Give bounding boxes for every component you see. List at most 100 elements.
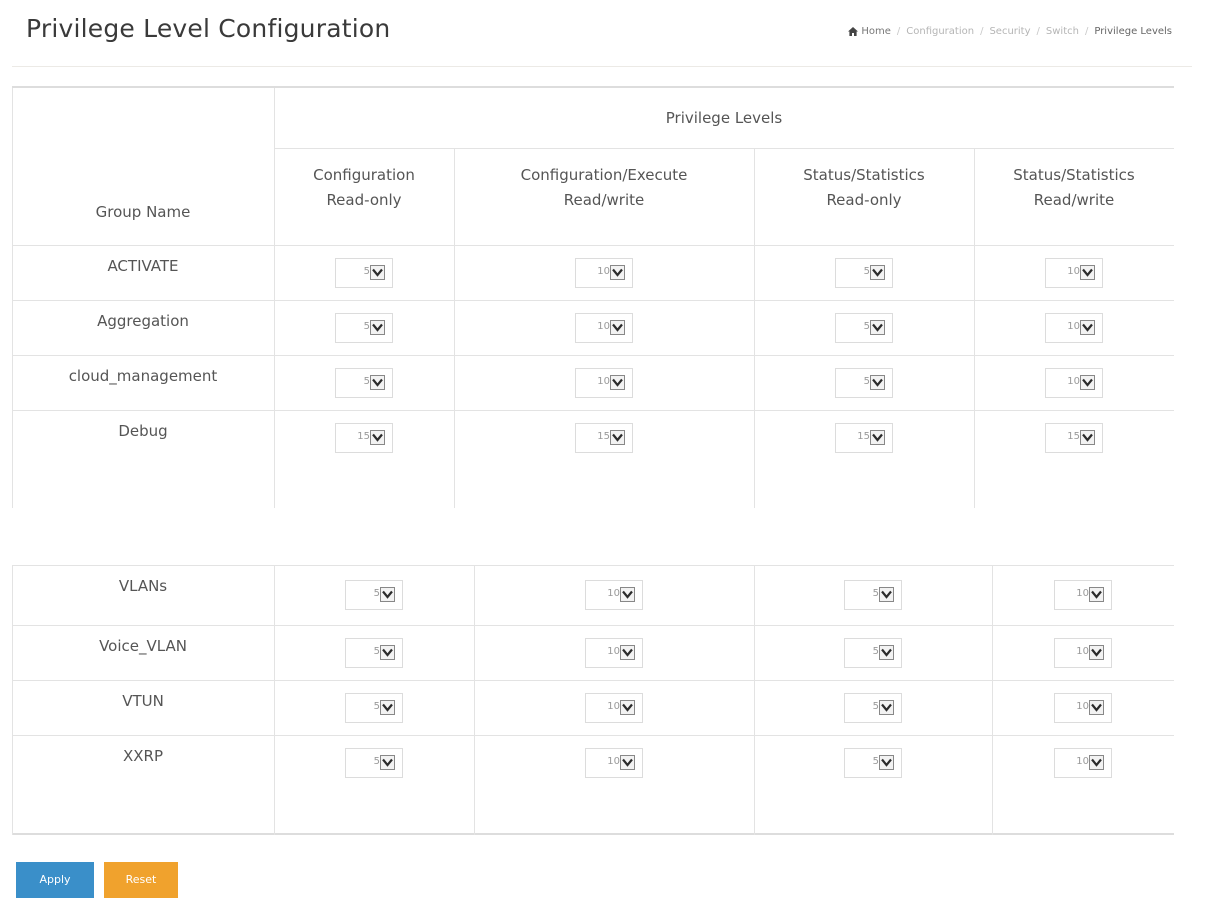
home-icon	[848, 27, 859, 36]
privilege-level-select[interactable]: 5	[345, 748, 403, 778]
chevron-down-icon	[1080, 375, 1095, 390]
chevron-down-icon	[1080, 320, 1095, 335]
breadcrumb-separator: /	[896, 26, 901, 37]
column-header-line2: Read-only	[826, 191, 902, 209]
privilege-level-select[interactable]: 15	[1045, 423, 1103, 453]
privilege-level-select[interactable]: 5	[844, 693, 902, 723]
chevron-down-icon	[620, 587, 635, 602]
privilege-level-value: 10	[1076, 756, 1089, 767]
privilege-level-value: 10	[1067, 266, 1080, 277]
breadcrumb-configuration[interactable]: Configuration	[906, 26, 974, 37]
group-name-cell: VLANs	[118, 577, 168, 595]
chevron-down-icon	[1080, 430, 1095, 445]
group-name-cell: cloud_management	[68, 367, 218, 385]
column-header-line1: Status/Statistics	[803, 166, 925, 184]
column-header-line2: Read/write	[563, 191, 645, 209]
privilege-level-select[interactable]: 5	[844, 638, 902, 668]
privilege-level-select[interactable]: 5	[835, 258, 893, 288]
privilege-level-select[interactable]: 10	[585, 580, 643, 610]
privilege-level-value: 10	[597, 321, 610, 332]
apply-button[interactable]: Apply	[16, 862, 94, 898]
chevron-down-icon	[620, 755, 635, 770]
privilege-level-select[interactable]: 10	[1054, 693, 1112, 723]
column-header: Status/Statistics Read-only	[754, 163, 974, 213]
privilege-level-value: 10	[1076, 701, 1089, 712]
group-name-cell: Aggregation	[97, 312, 189, 330]
privilege-level-select[interactable]: 5	[335, 258, 393, 288]
breadcrumb: Home / Configuration / Security / Switch…	[848, 26, 1172, 37]
group-name-cell: Debug	[118, 422, 168, 440]
privilege-level-select[interactable]: 10	[575, 313, 633, 343]
grid-line	[274, 148, 1174, 149]
privilege-level-value: 10	[597, 376, 610, 387]
privilege-level-select[interactable]: 5	[345, 638, 403, 668]
privilege-level-select[interactable]: 5	[345, 693, 403, 723]
breadcrumb-separator: /	[1084, 26, 1089, 37]
privilege-level-value: 5	[373, 646, 380, 657]
chevron-down-icon	[610, 375, 625, 390]
chevron-down-icon	[1080, 265, 1095, 280]
privilege-level-select[interactable]: 5	[335, 313, 393, 343]
privilege-level-select[interactable]: 10	[585, 638, 643, 668]
privilege-level-value: 5	[363, 376, 370, 387]
chevron-down-icon	[610, 430, 625, 445]
chevron-down-icon	[1089, 645, 1104, 660]
privilege-level-select[interactable]: 5	[835, 313, 893, 343]
privilege-level-value: 10	[607, 646, 620, 657]
privilege-level-select[interactable]: 10	[575, 258, 633, 288]
chevron-down-icon	[870, 320, 885, 335]
column-header: Status/Statistics Read/write	[974, 163, 1174, 213]
breadcrumb-home[interactable]: Home	[861, 26, 891, 37]
chevron-down-icon	[380, 700, 395, 715]
privilege-level-value: 5	[373, 701, 380, 712]
chevron-down-icon	[879, 755, 894, 770]
privilege-level-select[interactable]: 10	[1054, 580, 1112, 610]
privilege-level-value: 10	[607, 588, 620, 599]
privilege-level-select[interactable]: 10	[575, 368, 633, 398]
privilege-level-select[interactable]: 10	[1045, 313, 1103, 343]
chevron-down-icon	[370, 430, 385, 445]
grid-line	[274, 88, 275, 508]
privilege-level-select[interactable]: 10	[1045, 368, 1103, 398]
chevron-down-icon	[879, 645, 894, 660]
chevron-down-icon	[370, 320, 385, 335]
breadcrumb-security[interactable]: Security	[989, 26, 1030, 37]
privilege-level-select[interactable]: 5	[345, 580, 403, 610]
column-header: Configuration Read-only	[274, 163, 454, 213]
privilege-level-select[interactable]: 15	[335, 423, 393, 453]
privilege-level-select[interactable]: 10	[1054, 748, 1112, 778]
breadcrumb-switch[interactable]: Switch	[1046, 26, 1079, 37]
grid-line	[12, 300, 1174, 301]
column-header-line1: Configuration	[313, 166, 415, 184]
privilege-level-select[interactable]: 10	[585, 748, 643, 778]
privilege-level-select[interactable]: 5	[844, 580, 902, 610]
privilege-level-select[interactable]: 10	[585, 693, 643, 723]
privilege-level-value: 10	[1076, 588, 1089, 599]
group-name-cell: VTUN	[122, 692, 164, 710]
privilege-level-value: 5	[872, 588, 879, 599]
reset-button[interactable]: Reset	[104, 862, 178, 898]
privilege-level-value: 5	[373, 756, 380, 767]
grid-line	[12, 833, 1174, 835]
breadcrumb-privilege-levels: Privilege Levels	[1094, 26, 1172, 37]
privilege-level-value: 10	[607, 701, 620, 712]
privilege-level-value: 15	[857, 431, 870, 442]
privilege-level-select[interactable]: 15	[835, 423, 893, 453]
chevron-down-icon	[380, 645, 395, 660]
privilege-level-value: 15	[1067, 431, 1080, 442]
grid-line	[12, 88, 13, 508]
privilege-level-select[interactable]: 15	[575, 423, 633, 453]
chevron-down-icon	[870, 265, 885, 280]
privilege-level-select[interactable]: 10	[1054, 638, 1112, 668]
privilege-levels-header: Privilege Levels	[665, 109, 783, 127]
grid-line	[274, 565, 275, 835]
column-header-line2: Read-only	[326, 191, 402, 209]
privilege-level-select[interactable]: 5	[844, 748, 902, 778]
breadcrumb-separator: /	[980, 26, 984, 37]
privilege-level-select[interactable]: 10	[1045, 258, 1103, 288]
grid-line	[12, 680, 1174, 681]
privilege-level-select[interactable]: 5	[335, 368, 393, 398]
grid-line	[12, 355, 1174, 356]
privilege-level-select[interactable]: 5	[835, 368, 893, 398]
privilege-level-value: 5	[872, 756, 879, 767]
